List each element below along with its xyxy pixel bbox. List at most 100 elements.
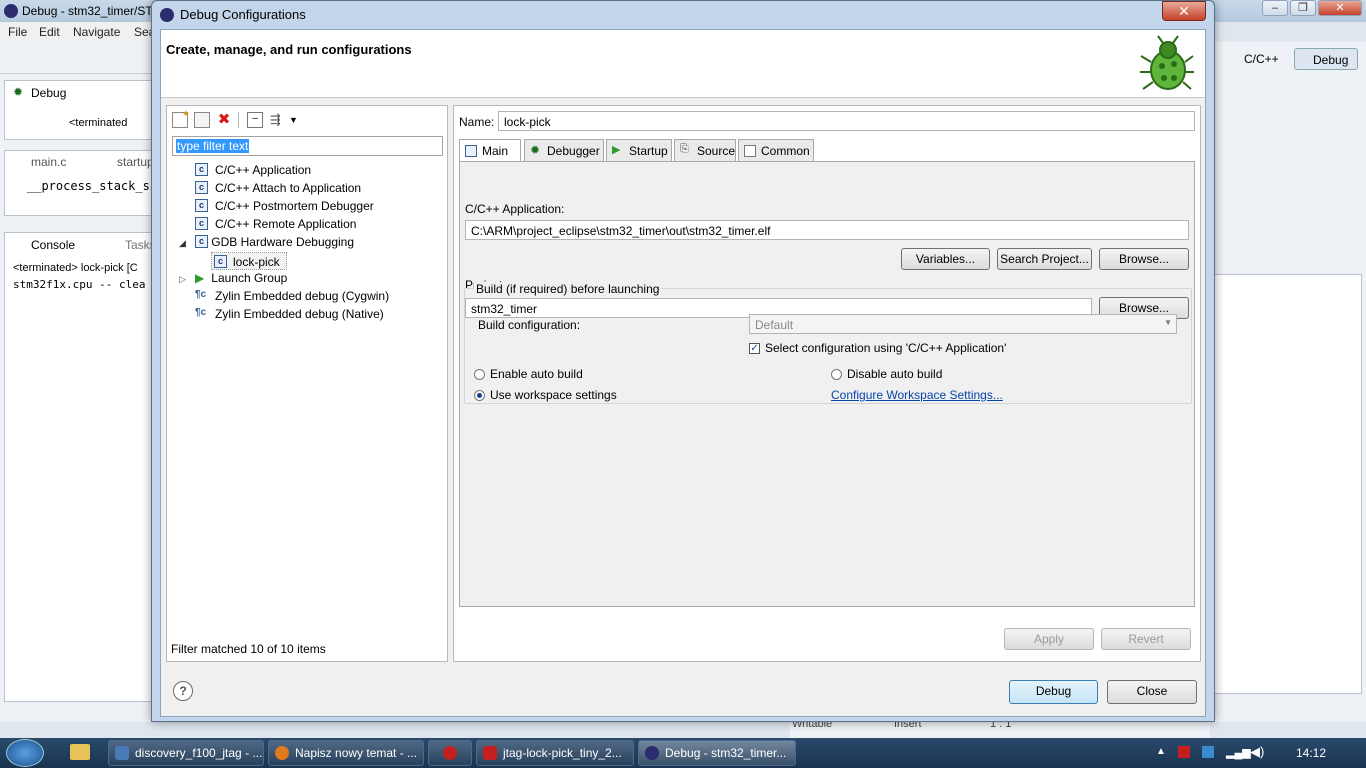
toolbar-separator [238,112,239,128]
console-tab[interactable]: Console [31,238,75,252]
close-window-icon[interactable]: ✕ [1318,0,1362,16]
editor-tab-startup[interactable]: startup [117,155,154,169]
taskbar-item-app[interactable] [428,740,472,766]
tree-label: lock-pick [233,255,280,269]
filter-config-icon[interactable]: ⇶ [270,112,286,128]
tab-source[interactable]: ⎘ Source [674,139,736,161]
close-button[interactable]: Close [1107,680,1197,704]
menu-edit[interactable]: Edit [39,25,60,39]
tab-label: Common [761,144,810,158]
taskbar-item-eclipse[interactable]: Debug - stm32_timer... [638,740,796,766]
eclipse-toolbar [0,42,155,74]
debug-view: ✹ Debug <terminated [4,80,152,140]
common-tab-icon [744,145,756,157]
debug-tree-item[interactable]: <terminated [69,117,127,129]
select-config-checkbox[interactable]: ✓ [749,343,760,354]
main-tab-icon [465,145,477,157]
zylin-icon: ¶c [195,307,207,318]
tree-item-zylin-cygwin[interactable]: ¶c Zylin Embedded debug (Cygwin) [195,289,389,303]
browse-app-button[interactable]: Browse... [1099,248,1189,270]
name-input[interactable]: lock-pick [498,111,1195,131]
apply-button[interactable]: Apply [1004,628,1094,650]
perspective-cpp[interactable]: C/C++ [1226,48,1290,70]
expand-arrow-icon[interactable]: ◢ [179,238,186,248]
tree-label: C/C++ Postmortem Debugger [215,199,374,213]
tree-item-launch-group[interactable]: ▷ ▶ Launch Group [179,271,287,285]
pdf-icon [483,746,497,760]
debug-button[interactable]: Debug [1009,680,1098,704]
taskbar-label: Debug - stm32_timer... [665,746,787,760]
eclipse-icon [4,4,18,18]
taskbar-label: jtag-lock-pick_tiny_2... [503,746,622,760]
tree-label: C/C++ Application [215,163,312,177]
build-config-select[interactable]: Default ▼ [749,314,1177,334]
tree-item-c-remote[interactable]: c C/C++ Remote Application [195,217,356,231]
c-config-icon: c [214,255,227,268]
maximize-icon[interactable]: ❐ [1290,0,1316,16]
taskbar-item-pdf[interactable]: jtag-lock-pick_tiny_2... [476,740,634,766]
enable-auto-build-radio[interactable] [474,369,485,380]
collapse-arrow-icon[interactable]: ▷ [179,274,186,284]
enable-auto-build-label: Enable auto build [490,367,583,381]
editor-tab-main[interactable]: main.c [31,155,66,169]
build-group: Build (if required) before launching Bui… [464,282,1192,404]
dropbox-icon[interactable] [1202,746,1214,758]
taskbar-item-discovery[interactable]: discovery_f100_jtag - ... [108,740,264,766]
menu-file[interactable]: File [8,25,27,39]
close-dialog-icon[interactable]: ✕ [1162,1,1206,21]
variables-button[interactable]: Variables... [901,248,990,270]
tree-item-c-application[interactable]: c C/C++ Application [195,163,311,177]
app-label: C/C++ Application: [465,202,565,216]
app-path-input[interactable]: C:\ARM\project_eclipse\stm32_timer\out\s… [465,220,1189,240]
debug-view-tab[interactable]: Debug [31,86,66,100]
menu-navigate[interactable]: Navigate [73,25,120,39]
tree-item-c-attach[interactable]: c C/C++ Attach to Application [195,181,361,195]
search-project-button[interactable]: Search Project... [997,248,1092,270]
tab-common[interactable]: Common [738,139,814,161]
delete-config-icon[interactable]: ✖ [216,112,232,128]
dialog-body: Create, manage, and run configurations ✦… [160,29,1206,717]
tree-item-gdb-hardware[interactable]: ◢ c GDB Hardware Debugging [179,235,354,249]
disable-auto-build-radio[interactable] [831,369,842,380]
taskbar-label: Napisz nowy temat - ... [295,746,418,760]
console-line-2: stm32f1x.cpu -- clea [13,278,146,291]
tree-item-c-postmortem[interactable]: c C/C++ Postmortem Debugger [195,199,374,213]
console-view: Console Tasks <terminated> lock-pick [C … [4,232,156,702]
duplicate-config-icon[interactable] [194,112,210,128]
tray-arrow-icon[interactable]: ▲ [1156,746,1166,757]
dialog-header: Create, manage, and run configurations [161,30,1205,98]
eclipse-icon [645,746,659,760]
configure-workspace-link[interactable]: Configure Workspace Settings... [831,388,1003,402]
start-button[interactable] [6,739,44,767]
configuration-list-pane: ✦ ✖ – ⇶ ▼ type filter text c C/C++ Appli… [166,105,448,662]
revert-button[interactable]: Revert [1101,628,1191,650]
tree-item-zylin-native[interactable]: ¶c Zylin Embedded debug (Native) [195,307,384,321]
tab-label: Source [697,144,736,158]
c-config-icon: c [195,199,208,212]
volume-icon[interactable]: ◀) [1250,744,1264,760]
use-workspace-radio[interactable] [474,390,485,401]
tree-item-lock-pick[interactable]: c lock-pick [211,252,287,270]
explorer-icon[interactable] [70,744,90,760]
c-config-icon: c [195,181,208,194]
help-icon[interactable]: ? [173,681,193,701]
chevron-down-icon[interactable]: ▼ [289,112,305,128]
minimize-icon[interactable]: – [1262,0,1288,16]
launch-group-icon: ▶ [195,271,205,285]
use-workspace-label: Use workspace settings [490,388,617,402]
network-icon[interactable]: ▂▄▆ [1226,746,1251,759]
clock[interactable]: 14:12 [1296,746,1326,760]
zylin-icon: ¶c [195,289,207,300]
build-group-title: Build (if required) before launching [474,282,662,296]
tree-label: GDB Hardware Debugging [211,235,355,249]
tab-main[interactable]: Main [459,139,521,162]
taskbar-label: discovery_f100_jtag - ... [135,746,263,760]
taskbar-item-firefox[interactable]: Napisz nowy temat - ... [268,740,424,766]
tab-debugger[interactable]: ✹ Debugger [524,139,604,161]
new-config-icon[interactable]: ✦ [172,109,190,128]
collapse-all-icon[interactable]: – [247,112,263,128]
filter-input[interactable]: type filter text [172,136,443,156]
tray-icon[interactable] [1178,746,1190,758]
perspective-debug[interactable]: Debug [1294,48,1358,70]
tab-startup[interactable]: ▶ Startup [606,139,672,161]
